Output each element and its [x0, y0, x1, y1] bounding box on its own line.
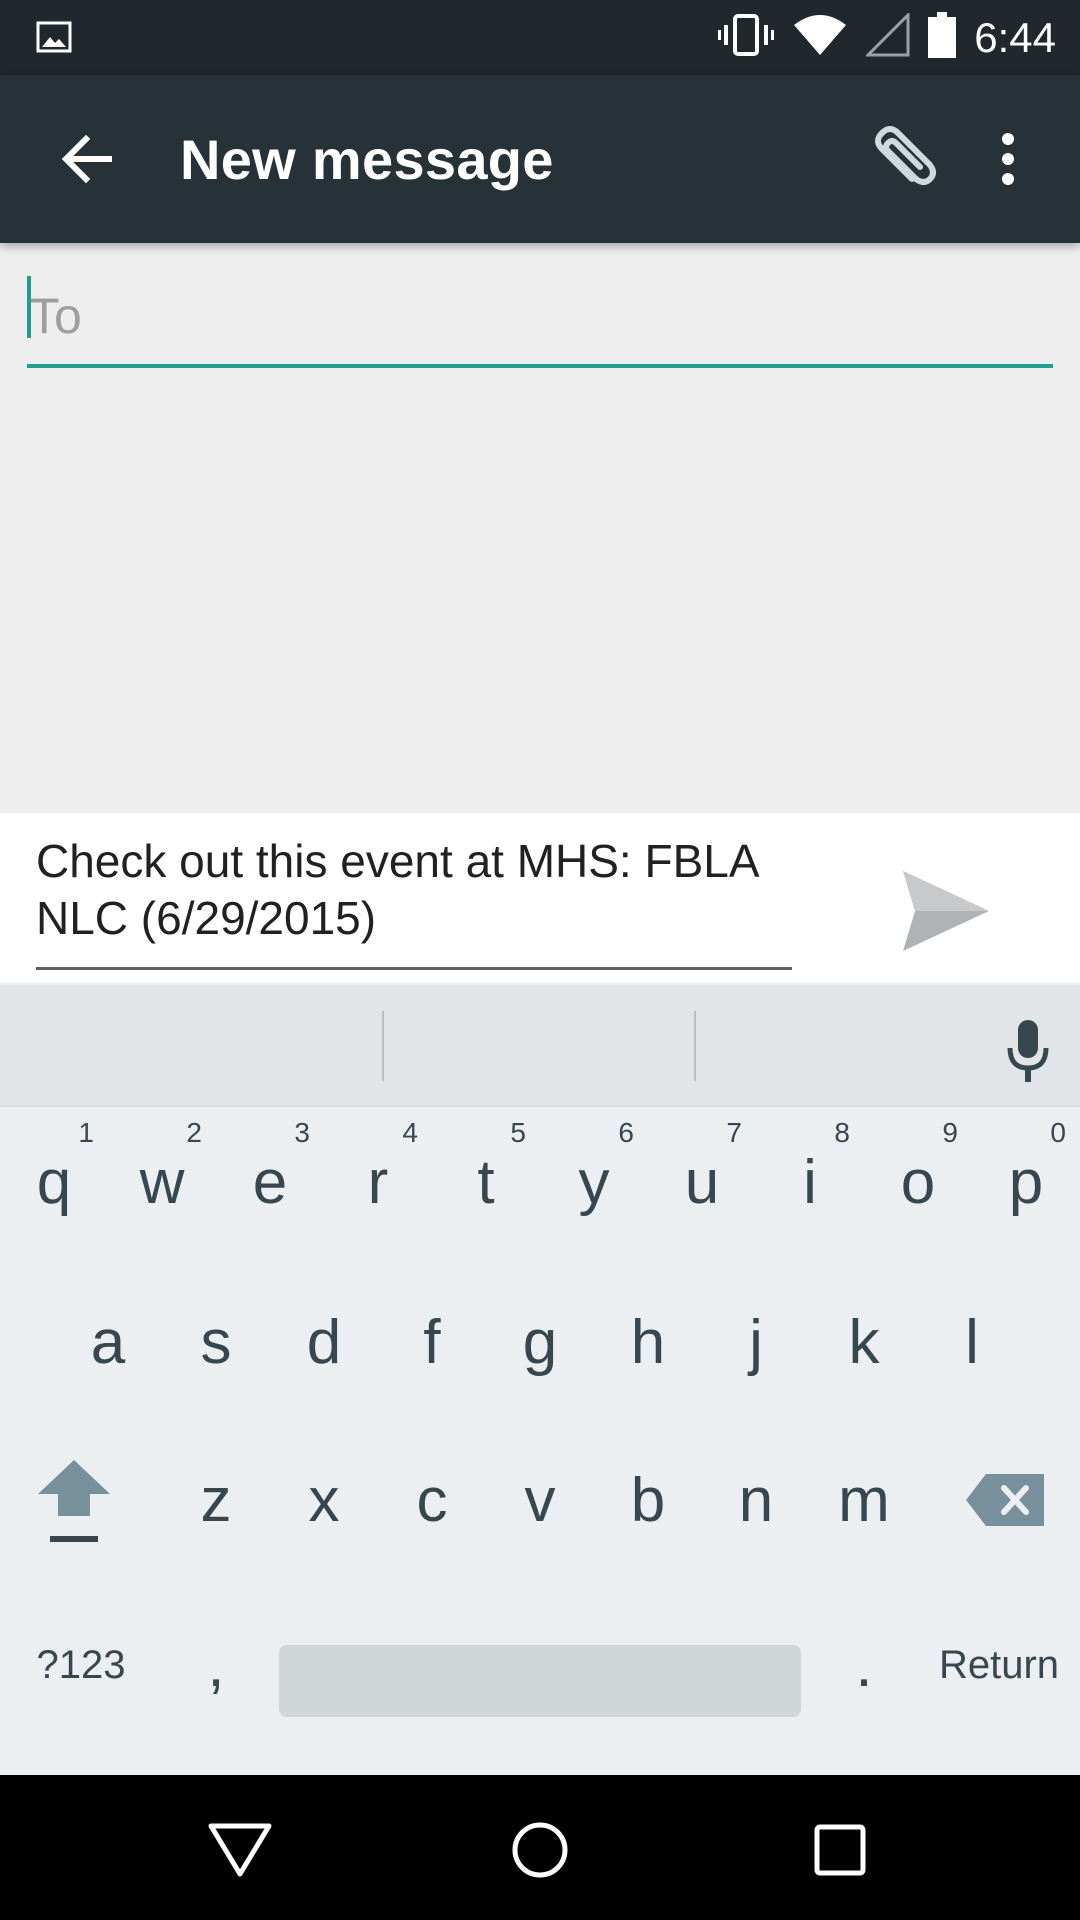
nav-back-icon[interactable]: [195, 1805, 285, 1895]
key-e[interactable]: e3: [216, 1107, 324, 1257]
page-title: New message: [180, 128, 554, 191]
key-hint: 8: [834, 1117, 850, 1148]
text-cursor: [27, 276, 31, 338]
wifi-icon: [792, 13, 848, 62]
screen: 6:44 New message Check out thi: [0, 0, 1080, 1920]
shift-key[interactable]: [20, 1425, 128, 1575]
soft-keyboard: q1w2e3r4t5y6u7i8o9p0 asdfghjkl zxcvbnm ?…: [0, 985, 1080, 1775]
key-w[interactable]: w2: [108, 1107, 216, 1257]
key-f[interactable]: f: [378, 1267, 486, 1417]
key-u[interactable]: u7: [648, 1107, 756, 1257]
key-label: t: [477, 1147, 495, 1217]
key-h[interactable]: h: [594, 1267, 702, 1417]
cell-signal-icon: [864, 11, 910, 62]
to-field[interactable]: [27, 268, 1053, 368]
key-x[interactable]: x: [270, 1425, 378, 1575]
key-z[interactable]: z: [162, 1425, 270, 1575]
vibrate-icon: [718, 13, 775, 62]
key-hint: 7: [726, 1117, 742, 1148]
key-label: i: [803, 1147, 817, 1217]
key-l[interactable]: l: [918, 1267, 1026, 1417]
key-k[interactable]: k: [810, 1267, 918, 1417]
period-key[interactable]: .: [810, 1585, 918, 1745]
microphone-icon[interactable]: [1000, 1015, 1056, 1087]
key-p[interactable]: p0: [972, 1107, 1080, 1257]
key-label: u: [684, 1147, 720, 1217]
key-hint: 6: [618, 1117, 634, 1148]
key-d[interactable]: d: [270, 1267, 378, 1417]
key-s[interactable]: s: [162, 1267, 270, 1417]
key-label: q: [36, 1147, 72, 1217]
send-icon[interactable]: [896, 861, 996, 961]
return-key[interactable]: Return: [924, 1585, 1074, 1745]
arrow-back-icon[interactable]: [46, 119, 126, 199]
key-label: o: [900, 1147, 936, 1217]
key-a[interactable]: a: [54, 1267, 162, 1417]
symbols-key[interactable]: ?123: [26, 1585, 136, 1745]
nav-recents-icon[interactable]: [795, 1805, 885, 1895]
key-i[interactable]: i8: [756, 1107, 864, 1257]
paperclip-icon[interactable]: [852, 115, 942, 205]
key-m[interactable]: m: [810, 1425, 918, 1575]
key-hint: 3: [294, 1117, 310, 1148]
key-o[interactable]: o9: [864, 1107, 972, 1257]
more-vert-icon[interactable]: [968, 119, 1048, 199]
key-y[interactable]: y6: [540, 1107, 648, 1257]
key-hint: 1: [78, 1117, 94, 1148]
key-label: w: [139, 1147, 185, 1217]
backspace-key[interactable]: [952, 1425, 1060, 1575]
key-r[interactable]: r4: [324, 1107, 432, 1257]
key-v[interactable]: v: [486, 1425, 594, 1575]
comma-key[interactable]: ,: [162, 1585, 270, 1745]
key-g[interactable]: g: [486, 1267, 594, 1417]
key-label: e: [252, 1147, 288, 1217]
key-hint: 2: [186, 1117, 202, 1148]
key-q[interactable]: q1: [0, 1107, 108, 1257]
key-label: y: [578, 1147, 610, 1217]
key-label: p: [1008, 1147, 1044, 1217]
suggestion-strip: [0, 985, 1080, 1107]
image-notification-icon: [36, 19, 72, 55]
message-input[interactable]: Check out this event at MHS: FBLA NLC (6…: [36, 833, 792, 947]
nav-home-icon[interactable]: [495, 1805, 585, 1895]
suggestion-divider: [694, 1011, 696, 1081]
compose-bar: Check out this event at MHS: FBLA NLC (6…: [0, 813, 1080, 983]
suggestion-divider: [382, 1011, 384, 1081]
key-hint: 4: [402, 1117, 418, 1148]
navigation-bar: [0, 1775, 1080, 1920]
key-hint: 5: [510, 1117, 526, 1148]
message-underline: [36, 967, 792, 970]
key-b[interactable]: b: [594, 1425, 702, 1575]
space-key[interactable]: [279, 1645, 801, 1717]
status-bar: 6:44: [0, 0, 1080, 75]
battery-icon: [928, 12, 957, 63]
key-c[interactable]: c: [378, 1425, 486, 1575]
key-label: r: [367, 1147, 389, 1217]
app-bar: New message: [0, 75, 1080, 243]
key-j[interactable]: j: [702, 1267, 810, 1417]
key-hint: 0: [1050, 1117, 1066, 1148]
recipient-input[interactable]: [27, 268, 1053, 364]
key-n[interactable]: n: [702, 1425, 810, 1575]
key-t[interactable]: t5: [432, 1107, 540, 1257]
key-hint: 9: [942, 1117, 958, 1148]
status-time: 6:44: [974, 13, 1056, 61]
